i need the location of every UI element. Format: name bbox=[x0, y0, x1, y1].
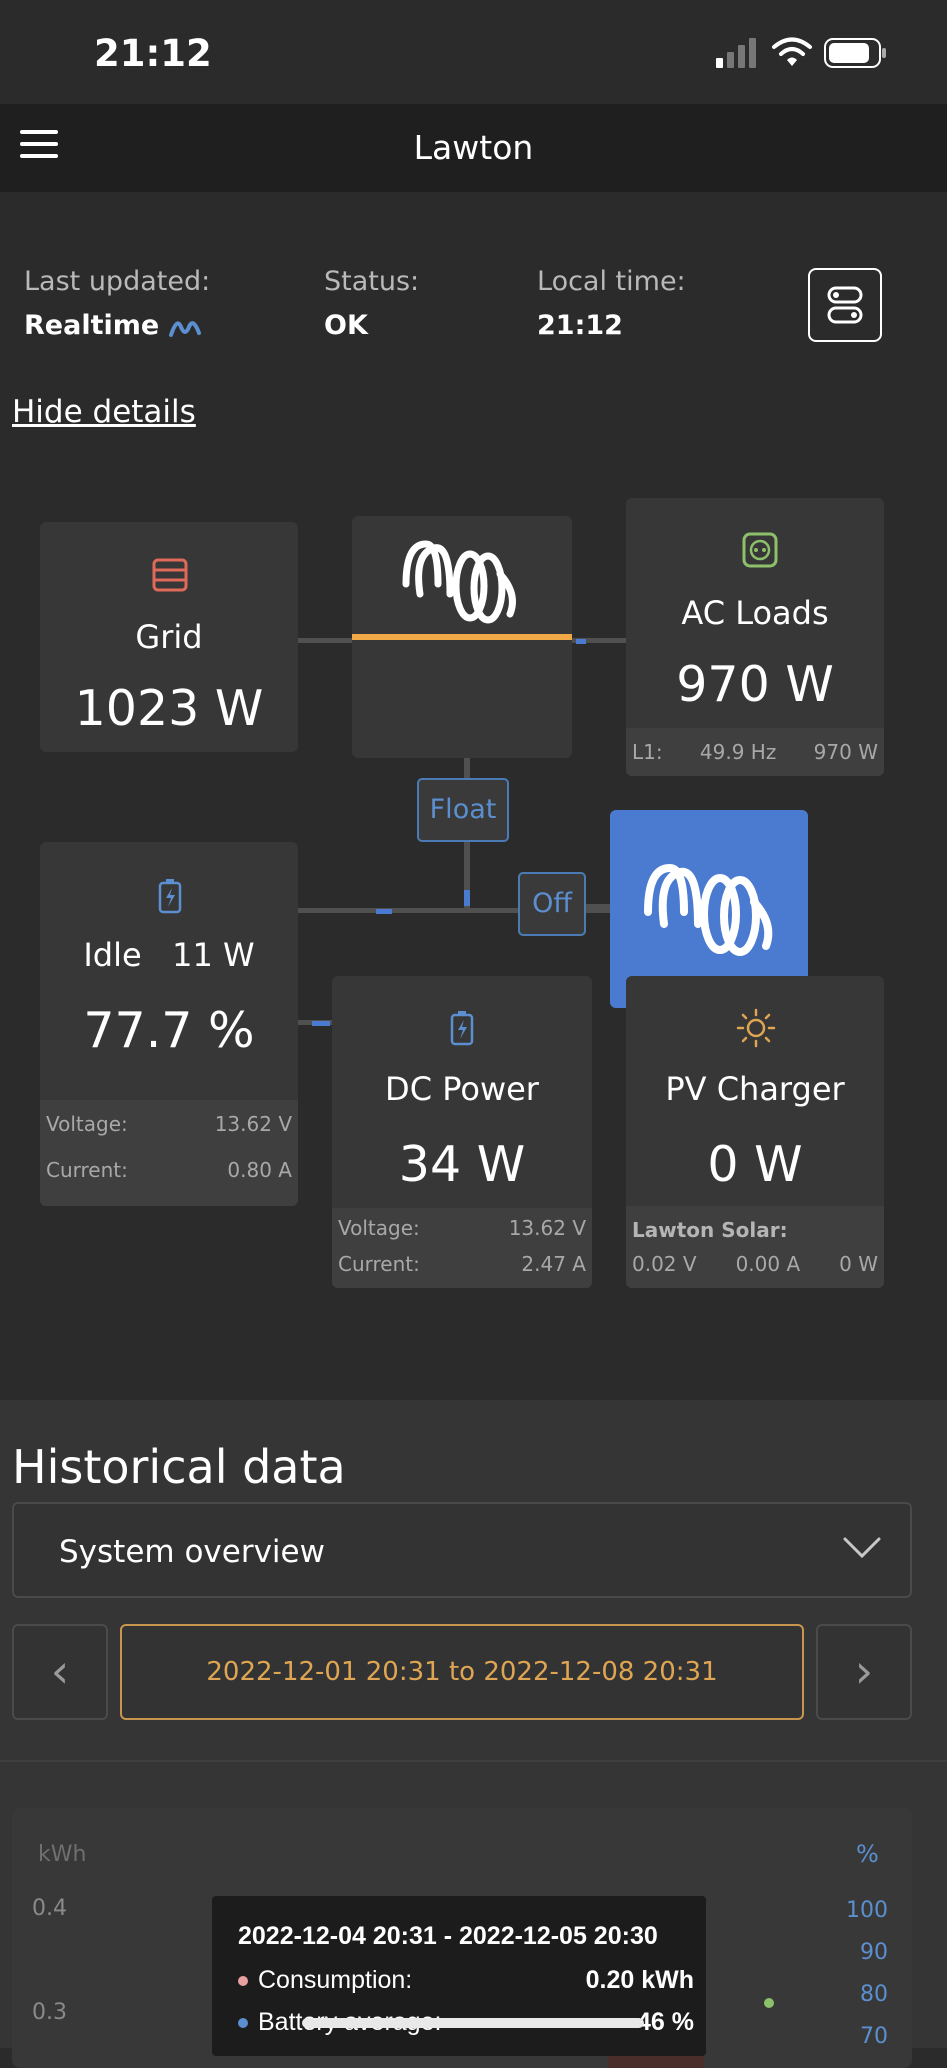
ac-loads-title: AC Loads bbox=[681, 594, 829, 632]
dc-current: 2.47 A bbox=[521, 1252, 586, 1276]
battery-voltage: 13.62 V bbox=[214, 1112, 292, 1136]
tooltip-title: 2022-12-04 20:31 - 2022-12-05 20:30 bbox=[238, 1922, 658, 1950]
battery-current-label: Current: bbox=[46, 1158, 128, 1182]
realtime-text: Realtime bbox=[24, 310, 160, 341]
inverter-card[interactable] bbox=[352, 516, 572, 758]
battery-footer: Voltage: 13.62 V Current: 0.80 A bbox=[40, 1100, 298, 1206]
ac-loads-card[interactable]: AC Loads 970 W L1: 49.9 Hz 970 W bbox=[626, 498, 884, 776]
battery-flow-dot bbox=[312, 1021, 330, 1026]
view-select-value: System overview bbox=[59, 1534, 325, 1570]
right-tick: 90 bbox=[860, 1940, 888, 1965]
battery-card[interactable]: Idle 11 W 77.7 % Voltage: 13.62 V Curren… bbox=[40, 842, 298, 1206]
pv-voltage: 0.02 V bbox=[632, 1252, 697, 1276]
inverter-state-tag: Float bbox=[417, 778, 509, 842]
inverter-state-bar bbox=[352, 634, 572, 640]
page-title: Lawton bbox=[413, 128, 534, 167]
date-range-button[interactable]: 2022-12-01 20:31 to 2022-12-08 20:31 bbox=[120, 1624, 804, 1720]
tooltip-row-consumption: Consumption: 0.20 kWh bbox=[238, 1966, 694, 1995]
hide-details-link[interactable]: Hide details bbox=[12, 394, 196, 430]
realtime-wave-icon bbox=[168, 320, 201, 337]
local-time-value: 21:12 bbox=[537, 310, 623, 341]
victron-logo-icon bbox=[644, 863, 773, 956]
grid-card[interactable]: Grid 1023 W bbox=[40, 522, 298, 752]
inverter-flow-dot bbox=[464, 890, 470, 906]
pv-charger-value: 0 W bbox=[707, 1136, 803, 1193]
sun-icon bbox=[736, 1008, 776, 1048]
right-tick: 100 bbox=[846, 1898, 888, 1923]
dc-power-footer: Voltage: 13.62 V Current: 2.47 A bbox=[332, 1208, 592, 1288]
socket-icon bbox=[742, 532, 778, 568]
grid-title: Grid bbox=[135, 618, 203, 656]
consumption-dot-icon bbox=[238, 1976, 248, 1987]
battery-soc: 77.7 % bbox=[83, 1002, 255, 1059]
view-select[interactable]: System overview bbox=[12, 1502, 912, 1598]
local-time-label: Local time: bbox=[537, 266, 686, 297]
right-tick: 70 bbox=[860, 2024, 888, 2049]
last-updated-label: Last updated: bbox=[24, 266, 211, 297]
battery-dot-icon bbox=[238, 2018, 248, 2029]
data-point bbox=[764, 1998, 774, 2008]
battery-charging-icon bbox=[450, 1011, 474, 1046]
battery-status-icon bbox=[824, 38, 886, 68]
battery-current: 0.80 A bbox=[227, 1158, 292, 1182]
signal-icon bbox=[716, 38, 756, 68]
battery-power: 11 W bbox=[172, 936, 255, 974]
dc-voltage: 13.62 V bbox=[508, 1216, 586, 1240]
pv-charger-title: PV Charger bbox=[665, 1070, 845, 1108]
grid-connector bbox=[298, 638, 352, 643]
right-axis-label: % bbox=[856, 1840, 879, 1868]
ac-loads-footer: L1: 49.9 Hz 970 W bbox=[626, 728, 884, 776]
left-tick: 0.3 bbox=[32, 2000, 67, 2025]
last-updated-value: Realtime bbox=[24, 310, 205, 341]
tooltip-value: 46 % bbox=[637, 2008, 694, 2036]
charger-state-tag: Off bbox=[518, 872, 586, 936]
status-bar: 21:12 bbox=[0, 0, 947, 104]
ac-flow-dot bbox=[576, 639, 586, 644]
phase-label: L1: bbox=[632, 740, 663, 764]
dc-flow-dot bbox=[376, 909, 392, 914]
status-value: OK bbox=[324, 310, 368, 341]
dc-power-value: 34 W bbox=[398, 1136, 526, 1193]
pv-charger-card[interactable]: PV Charger 0 W Lawton Solar: 0.02 V 0.00… bbox=[626, 976, 884, 1288]
dc-current-label: Current: bbox=[338, 1252, 420, 1276]
section-divider bbox=[0, 1760, 947, 1762]
tooltip-value: 0.20 kWh bbox=[585, 1966, 694, 1994]
status-time: 21:12 bbox=[94, 32, 212, 75]
historical-title: Historical data bbox=[12, 1440, 346, 1494]
grid-value: 1023 W bbox=[74, 680, 264, 737]
pv-charger-footer: Lawton Solar: 0.02 V 0.00 A 0 W bbox=[626, 1206, 884, 1288]
toggle-icon bbox=[827, 286, 863, 324]
layout-toggle-button[interactable] bbox=[808, 268, 882, 342]
battery-voltage-label: Voltage: bbox=[46, 1112, 128, 1136]
top-nav-bar: Lawton bbox=[0, 104, 947, 192]
ac-frequency: 49.9 Hz bbox=[699, 740, 777, 764]
pv-source-name: Lawton Solar: bbox=[632, 1218, 788, 1242]
charger-connector bbox=[586, 904, 610, 909]
tooltip-label: Consumption: bbox=[258, 1966, 413, 1994]
ac-phase-power: 970 W bbox=[813, 740, 878, 764]
battery-title: Idle 11 W bbox=[40, 936, 298, 974]
chart-tooltip: 2022-12-04 20:31 - 2022-12-05 20:30 Cons… bbox=[212, 1896, 706, 2056]
next-range-button[interactable]: › bbox=[816, 1624, 912, 1720]
battery-state: Idle bbox=[83, 936, 142, 974]
left-tick: 0.4 bbox=[32, 1896, 67, 1921]
wifi-icon bbox=[772, 37, 812, 66]
dc-power-title: DC Power bbox=[385, 1070, 539, 1108]
chevron-right-icon: › bbox=[854, 1644, 874, 1698]
dc-voltage-label: Voltage: bbox=[338, 1216, 420, 1240]
home-indicator[interactable] bbox=[302, 2018, 644, 2028]
chevron-left-icon: ‹ bbox=[50, 1644, 70, 1698]
pv-current: 0.00 A bbox=[735, 1252, 801, 1276]
ac-loads-value: 970 W bbox=[676, 656, 834, 713]
right-tick: 80 bbox=[860, 1982, 888, 2007]
chevron-down-icon bbox=[843, 1537, 881, 1559]
victron-logo-icon bbox=[402, 540, 516, 624]
grid-icon bbox=[152, 558, 188, 592]
left-axis-label: kWh bbox=[38, 1842, 87, 1867]
battery-charging-icon bbox=[158, 879, 182, 914]
prev-range-button[interactable]: ‹ bbox=[12, 1624, 108, 1720]
status-label: Status: bbox=[324, 266, 420, 297]
dc-power-card[interactable]: DC Power 34 W Voltage: 13.62 V Current: … bbox=[332, 976, 592, 1288]
pv-power: 0 W bbox=[839, 1252, 878, 1276]
